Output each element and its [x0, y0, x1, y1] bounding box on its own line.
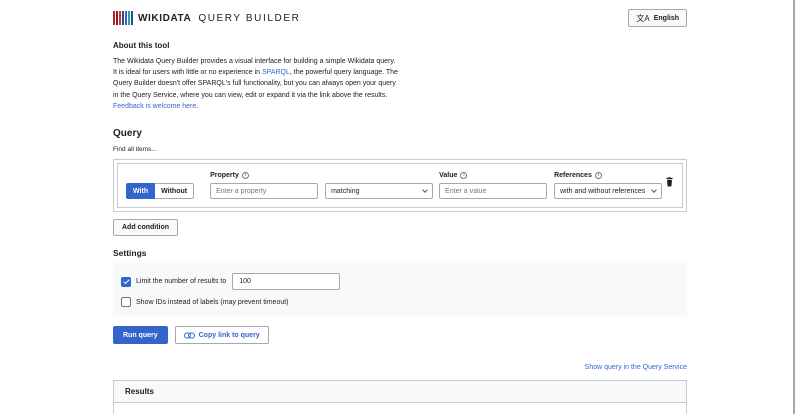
condition-row: With Without Property i matching — [117, 163, 683, 208]
toggle-with-button[interactable]: With — [126, 183, 155, 199]
chevron-down-icon — [651, 187, 657, 193]
limit-results-input[interactable] — [232, 273, 340, 290]
settings-panel: Limit the number of results to Show IDs … — [113, 263, 687, 316]
show-query-service-link[interactable]: Show query in the Query Service — [585, 364, 687, 371]
value-group: Value i — [439, 170, 547, 199]
property-info-icon[interactable]: i — [242, 172, 249, 179]
matching-group: matching — [325, 170, 433, 199]
header: WIKIDATA QUERY BUILDER 文A English — [113, 0, 687, 28]
language-icon: 文A — [636, 13, 649, 24]
references-label-row: References i — [554, 170, 662, 180]
with-without-toggle: With Without — [126, 183, 194, 199]
show-ids-label: Show IDs instead of labels (may prevent … — [136, 299, 289, 306]
show-ids-row: Show IDs instead of labels (may prevent … — [121, 297, 679, 307]
value-info-icon[interactable]: i — [460, 172, 467, 179]
references-selected-value: with and without references — [560, 188, 645, 195]
sparql-link[interactable]: SPARQL — [262, 69, 290, 76]
feedback-link[interactable]: Feedback is welcome here — [113, 103, 196, 110]
matching-dropdown[interactable]: matching — [325, 183, 433, 199]
property-group: Property i — [210, 170, 318, 199]
copy-link-button[interactable]: Copy link to query — [175, 326, 269, 344]
about-text-3: . — [196, 103, 198, 110]
settings-heading: Settings — [113, 248, 687, 258]
value-label: Value — [439, 172, 457, 179]
run-query-button[interactable]: Run query — [113, 326, 168, 344]
logo-query-builder-text: QUERY BUILDER — [198, 13, 300, 24]
limit-results-label: Limit the number of results to — [136, 278, 226, 285]
about-paragraph: The Wikidata Query Builder provides a vi… — [113, 56, 401, 112]
wikidata-logo: WIKIDATA QUERY BUILDER — [113, 11, 300, 25]
value-input[interactable] — [439, 183, 547, 199]
property-input[interactable] — [210, 183, 318, 199]
show-query-link-row: Show query in the Query Service — [113, 356, 687, 374]
limit-results-checkbox[interactable] — [121, 277, 131, 287]
references-label: References — [554, 172, 592, 179]
logo-wikidata-text: WIKIDATA — [138, 13, 191, 24]
results-body: Results will be displayed here — [113, 403, 687, 414]
property-label-row: Property i — [210, 170, 318, 180]
chevron-down-icon — [422, 187, 428, 193]
checkmark-icon — [123, 278, 129, 284]
trash-icon — [665, 176, 674, 187]
show-ids-checkbox[interactable] — [121, 297, 131, 307]
value-label-row: Value i — [439, 170, 547, 180]
results-section: Results Results will be displayed here — [113, 380, 687, 414]
wikidata-barcode-icon — [113, 11, 133, 25]
query-heading: Query — [113, 128, 687, 139]
matching-selected-value: matching — [331, 188, 359, 195]
about-heading: About this tool — [113, 41, 687, 50]
references-info-icon[interactable]: i — [595, 172, 602, 179]
language-button-label: English — [654, 15, 679, 22]
find-all-items-label: Find all items... — [113, 146, 687, 153]
conditions-container: With Without Property i matching — [113, 159, 687, 212]
matching-label-spacer — [325, 170, 433, 180]
results-header: Results — [113, 380, 687, 403]
delete-condition-button[interactable] — [665, 174, 674, 192]
property-label: Property — [210, 172, 239, 179]
copy-link-label: Copy link to query — [199, 332, 260, 339]
references-dropdown[interactable]: with and without references — [554, 183, 662, 199]
scrollbar[interactable] — [793, 0, 795, 414]
query-builder-page: WIKIDATA QUERY BUILDER 文A English About … — [0, 0, 800, 414]
language-selector-button[interactable]: 文A English — [628, 9, 687, 27]
actions-row: Run query Copy link to query — [113, 326, 687, 344]
toggle-without-button[interactable]: Without — [155, 183, 194, 199]
limit-results-row: Limit the number of results to — [121, 273, 679, 290]
add-condition-button[interactable]: Add condition — [113, 219, 178, 236]
link-icon — [184, 332, 195, 339]
references-group: References i with and without references — [554, 170, 662, 199]
